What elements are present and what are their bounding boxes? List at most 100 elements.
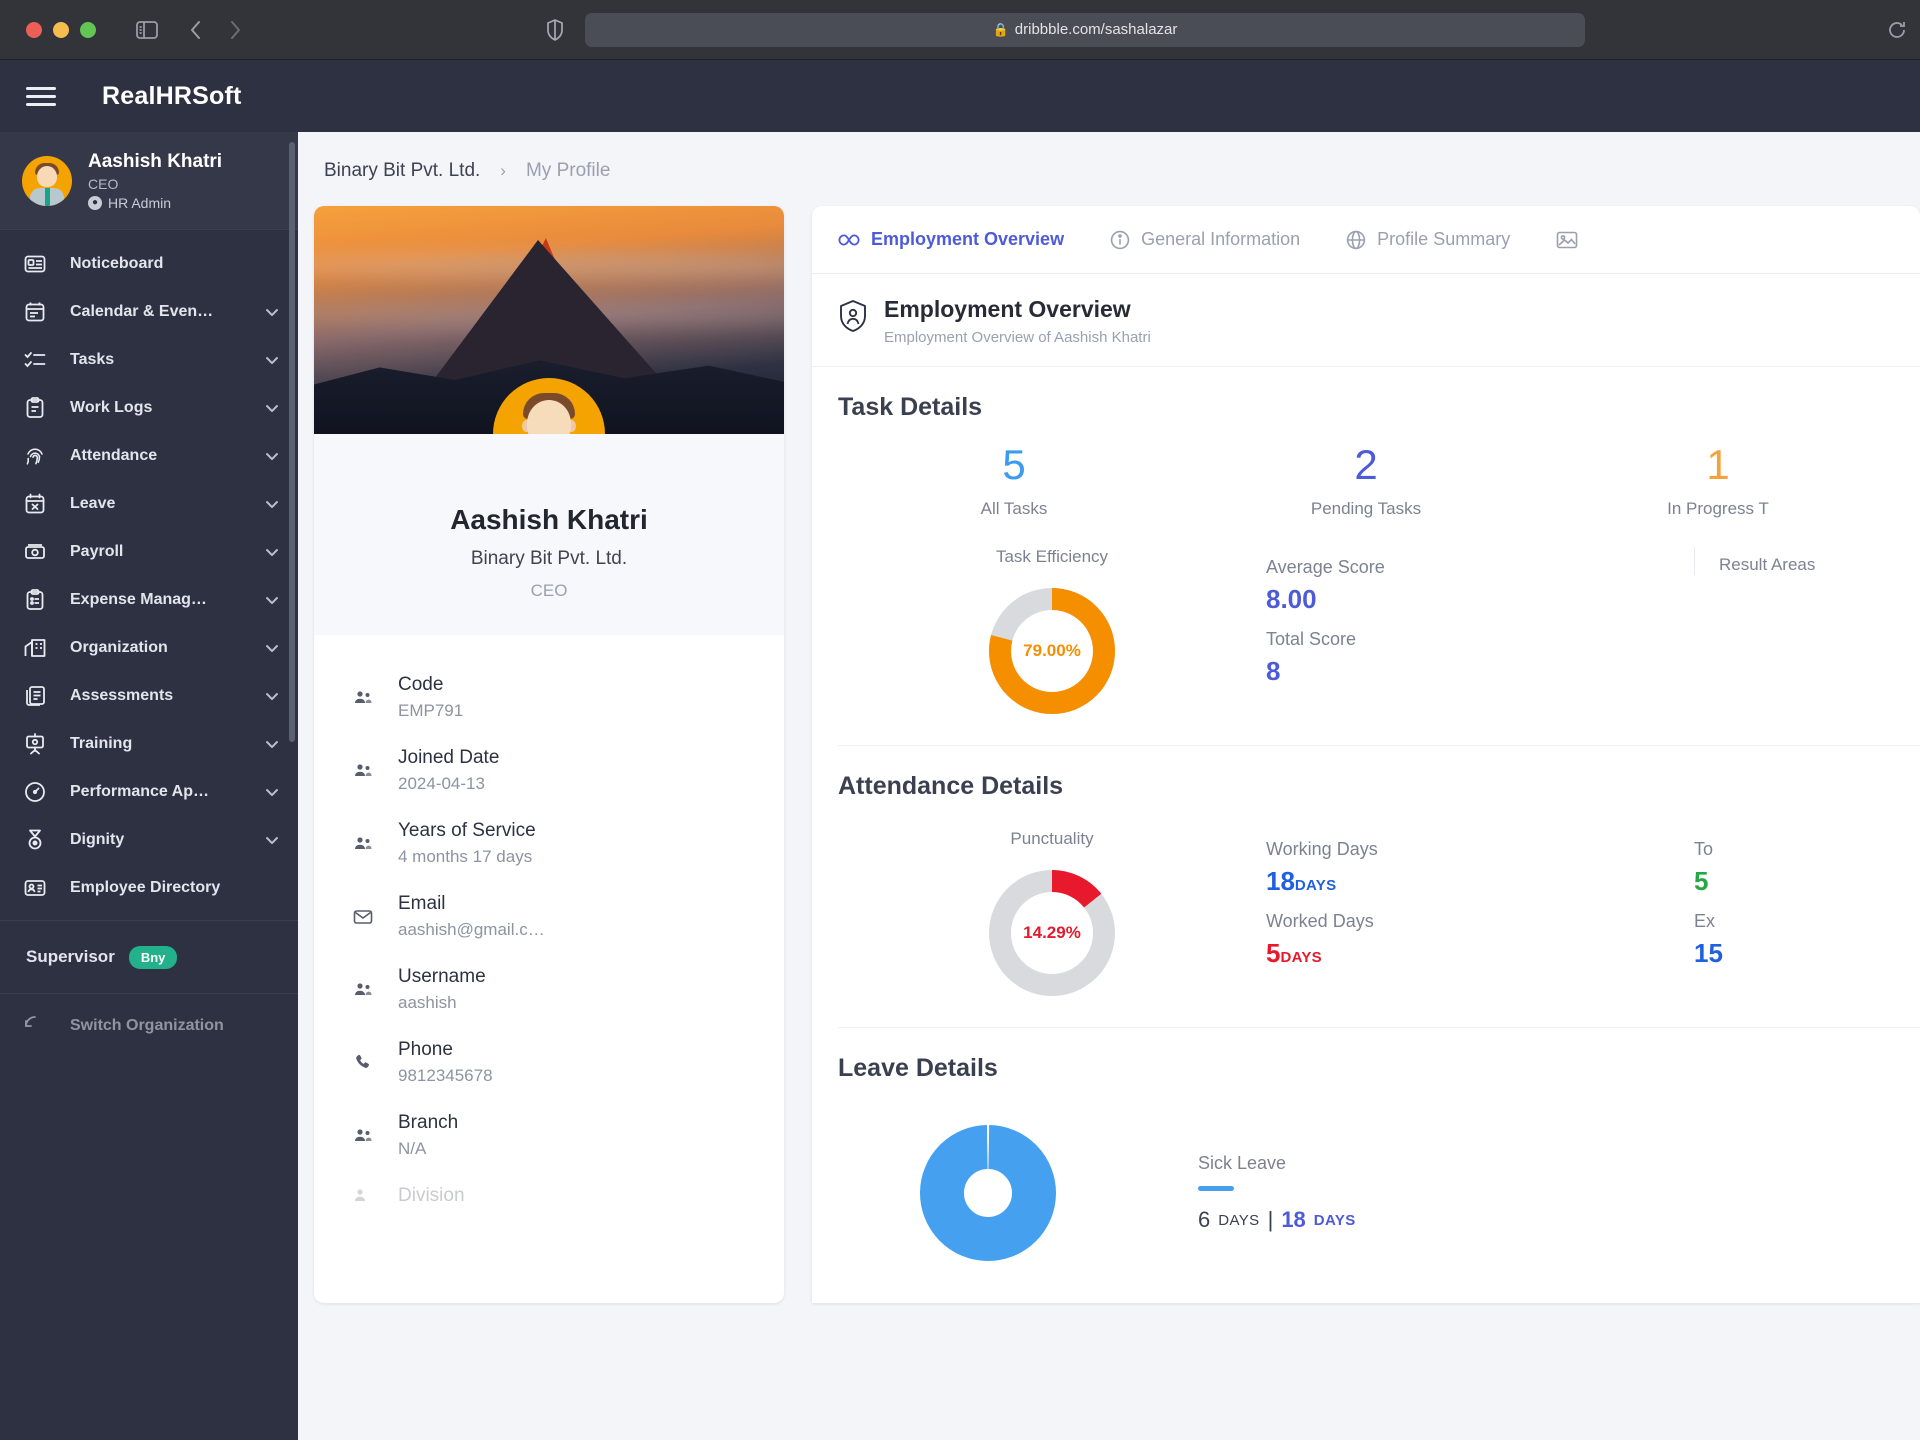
chevron-down-icon[interactable] (264, 400, 280, 416)
chevron-down-icon[interactable] (264, 784, 280, 800)
stat-label: All Tasks (980, 499, 1048, 518)
sidebar-item-leave[interactable]: Leave (0, 480, 298, 528)
sidebar-item-performance-appraisal[interactable]: Performance Ap… (0, 768, 298, 816)
application-window: RealHRSoft Aashish Khatri CEO ● HR Admin (0, 60, 1920, 1440)
sidebar-item-training[interactable]: Training (0, 720, 298, 768)
user-badge-icon: ● (88, 195, 102, 210)
leave-used-number: 6 (1198, 1207, 1211, 1232)
forward-icon[interactable] (218, 13, 252, 47)
chevron-down-icon[interactable] (264, 688, 280, 704)
chevron-down-icon[interactable] (264, 832, 280, 848)
sidebar-user-tag-label: HR Admin (108, 194, 172, 211)
sidebar-supervisor-section[interactable]: Supervisor Bny (0, 929, 298, 985)
address-bar[interactable]: 🔒 dribbble.com/sashalazar (585, 12, 1585, 47)
people-icon (350, 1186, 376, 1206)
sidebar-item-calendar-events[interactable]: Calendar & Even… (0, 288, 298, 336)
sidebar-divider (0, 920, 298, 921)
expected-metric-label: Ex (1694, 911, 1716, 931)
sidebar-item-assessments[interactable]: Assessments (0, 672, 298, 720)
sidebar-item-tasks[interactable]: Tasks (0, 336, 298, 384)
info-value: 4 months 17 days (398, 847, 533, 866)
sidebar-item-label: Attendance (70, 447, 158, 464)
close-window-button[interactable] (26, 21, 42, 38)
info-label: Email (398, 893, 446, 914)
attendance-details-section: Attendance Details Punctuality 14.29% Wo… (812, 746, 1920, 1001)
switch-icon (22, 1013, 48, 1039)
sidebar-item-label: Performance Ap… (70, 783, 209, 800)
browser-nav-arrows[interactable] (178, 13, 252, 47)
chevron-down-icon[interactable] (264, 640, 280, 656)
leave-total-number: 18 (1281, 1207, 1306, 1232)
chevron-down-icon[interactable] (264, 304, 280, 320)
chevron-down-icon[interactable] (264, 736, 280, 752)
profile-cover-image (314, 206, 784, 434)
task-stats-row: 5 All Tasks 2 Pending Tasks 1 In Progres… (838, 444, 1894, 519)
back-icon[interactable] (178, 13, 212, 47)
total-score-label: Total Score (1266, 629, 1357, 649)
sidebar-item-organization[interactable]: Organization (0, 624, 298, 672)
tab-profile-summary[interactable]: Profile Summary (1346, 229, 1510, 250)
list-item: Username aashish (314, 953, 784, 1026)
sidebar-item-expense-management[interactable]: Expense Manag… (0, 576, 298, 624)
sidebar-item-payroll[interactable]: Payroll (0, 528, 298, 576)
browser-right-controls[interactable] (1880, 13, 1914, 47)
image-icon (1556, 230, 1578, 250)
tab-employment-overview[interactable]: Employment Overview (838, 229, 1064, 250)
profile-info-list: Code EMP791 Joined Date 2024-04-13 Years… (314, 635, 784, 1230)
people-icon (350, 688, 376, 708)
tab-gallery[interactable] (1556, 230, 1589, 250)
tab-label: Employment Overview (871, 229, 1065, 249)
task-efficiency-block: Task Efficiency 79.00% (838, 547, 1266, 719)
hamburger-icon[interactable] (26, 86, 56, 106)
refresh-icon[interactable] (1880, 13, 1914, 47)
maximize-window-button[interactable] (80, 21, 96, 38)
chevron-down-icon[interactable] (264, 448, 280, 464)
profile-identity: Aashish Khatri Binary Bit Pvt. Ltd. CEO (314, 434, 784, 635)
list-item: Division (314, 1172, 784, 1220)
list-item: Years of Service 4 months 17 days (314, 807, 784, 880)
tab-bar: Employment Overview General Information … (812, 206, 1920, 274)
punctuality-value: 14.29% (1023, 923, 1081, 942)
panel-title: Employment Overview (884, 296, 1131, 322)
sidebar-toggle-icon[interactable] (130, 13, 164, 47)
sidebar-item-switch-organization[interactable]: Switch Organization (0, 1002, 298, 1050)
window-traffic-lights[interactable] (26, 21, 96, 38)
chevron-down-icon[interactable] (264, 352, 280, 368)
info-label: Phone (398, 1039, 453, 1060)
sidebar-item-noticeboard[interactable]: Noticeboard (0, 240, 298, 288)
people-icon (350, 1126, 376, 1146)
worked-days-number: 5 (1266, 938, 1281, 968)
fingerprint-icon (22, 443, 48, 469)
result-areas-block: Result Areas (1694, 547, 1894, 575)
people-icon (350, 834, 376, 854)
chevron-down-icon[interactable] (264, 592, 280, 608)
panel-subtitle: Employment Overview of Aashish Khatri (884, 329, 1151, 346)
leave-used-unit: DAYS (1218, 1211, 1260, 1229)
sidebar-user-card[interactable]: Aashish Khatri CEO ● HR Admin (0, 132, 298, 230)
info-value: aashish@gmail.c… (398, 920, 545, 939)
sidebar-item-attendance[interactable]: Attendance (0, 432, 298, 480)
presentation-icon (22, 731, 48, 757)
minimize-window-button[interactable] (53, 21, 69, 38)
leave-legend-swatch (1198, 1186, 1234, 1191)
info-label: Code (398, 674, 444, 695)
sidebar-item-dignity[interactable]: Dignity (0, 816, 298, 864)
chevron-down-icon[interactable] (264, 496, 280, 512)
breadcrumb-root[interactable]: Binary Bit Pvt. Ltd. (324, 160, 480, 182)
privacy-shield-icon[interactable] (547, 18, 563, 41)
sidebar-item-work-logs[interactable]: Work Logs (0, 384, 298, 432)
stat-value: 1 (1706, 441, 1730, 488)
chevron-down-icon[interactable] (264, 544, 280, 560)
sidebar-item-employee-directory[interactable]: Employee Directory (0, 864, 298, 912)
employment-overview-panel: Employment Overview General Information … (812, 206, 1920, 1303)
mail-icon (350, 907, 376, 927)
id-card-icon (22, 875, 48, 901)
sidebar-scrollbar[interactable] (289, 142, 295, 742)
task-efficiency-value: 79.00% (1023, 641, 1081, 660)
list-item: Phone 9812345678 (314, 1026, 784, 1099)
tab-general-information[interactable]: General Information (1110, 229, 1300, 250)
task-efficiency-donut-chart: 79.00% (984, 583, 1120, 719)
info-value: 9812345678 (398, 1066, 493, 1085)
sidebar-nav: Noticeboard Calendar & Even… Tasks Work … (0, 230, 298, 1050)
section-title: Task Details (838, 393, 983, 421)
